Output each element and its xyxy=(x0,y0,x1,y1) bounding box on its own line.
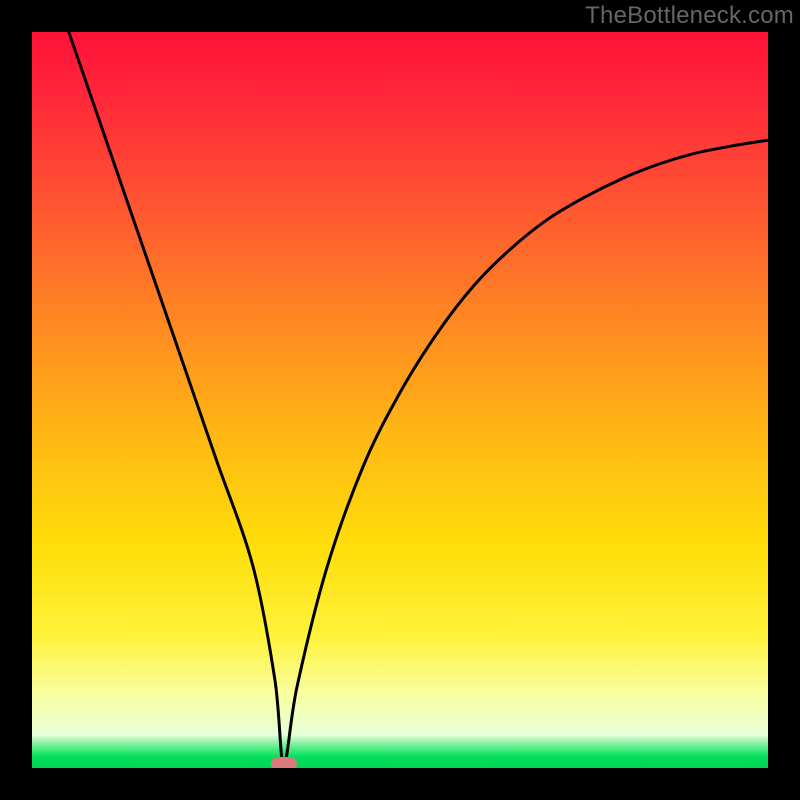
watermark-text: TheBottleneck.com xyxy=(585,2,794,30)
gradient-background xyxy=(32,32,768,768)
plot-area xyxy=(32,32,768,768)
optimal-point-marker xyxy=(271,757,297,768)
chart-frame: TheBottleneck.com xyxy=(0,0,800,800)
chart-svg xyxy=(32,32,768,768)
